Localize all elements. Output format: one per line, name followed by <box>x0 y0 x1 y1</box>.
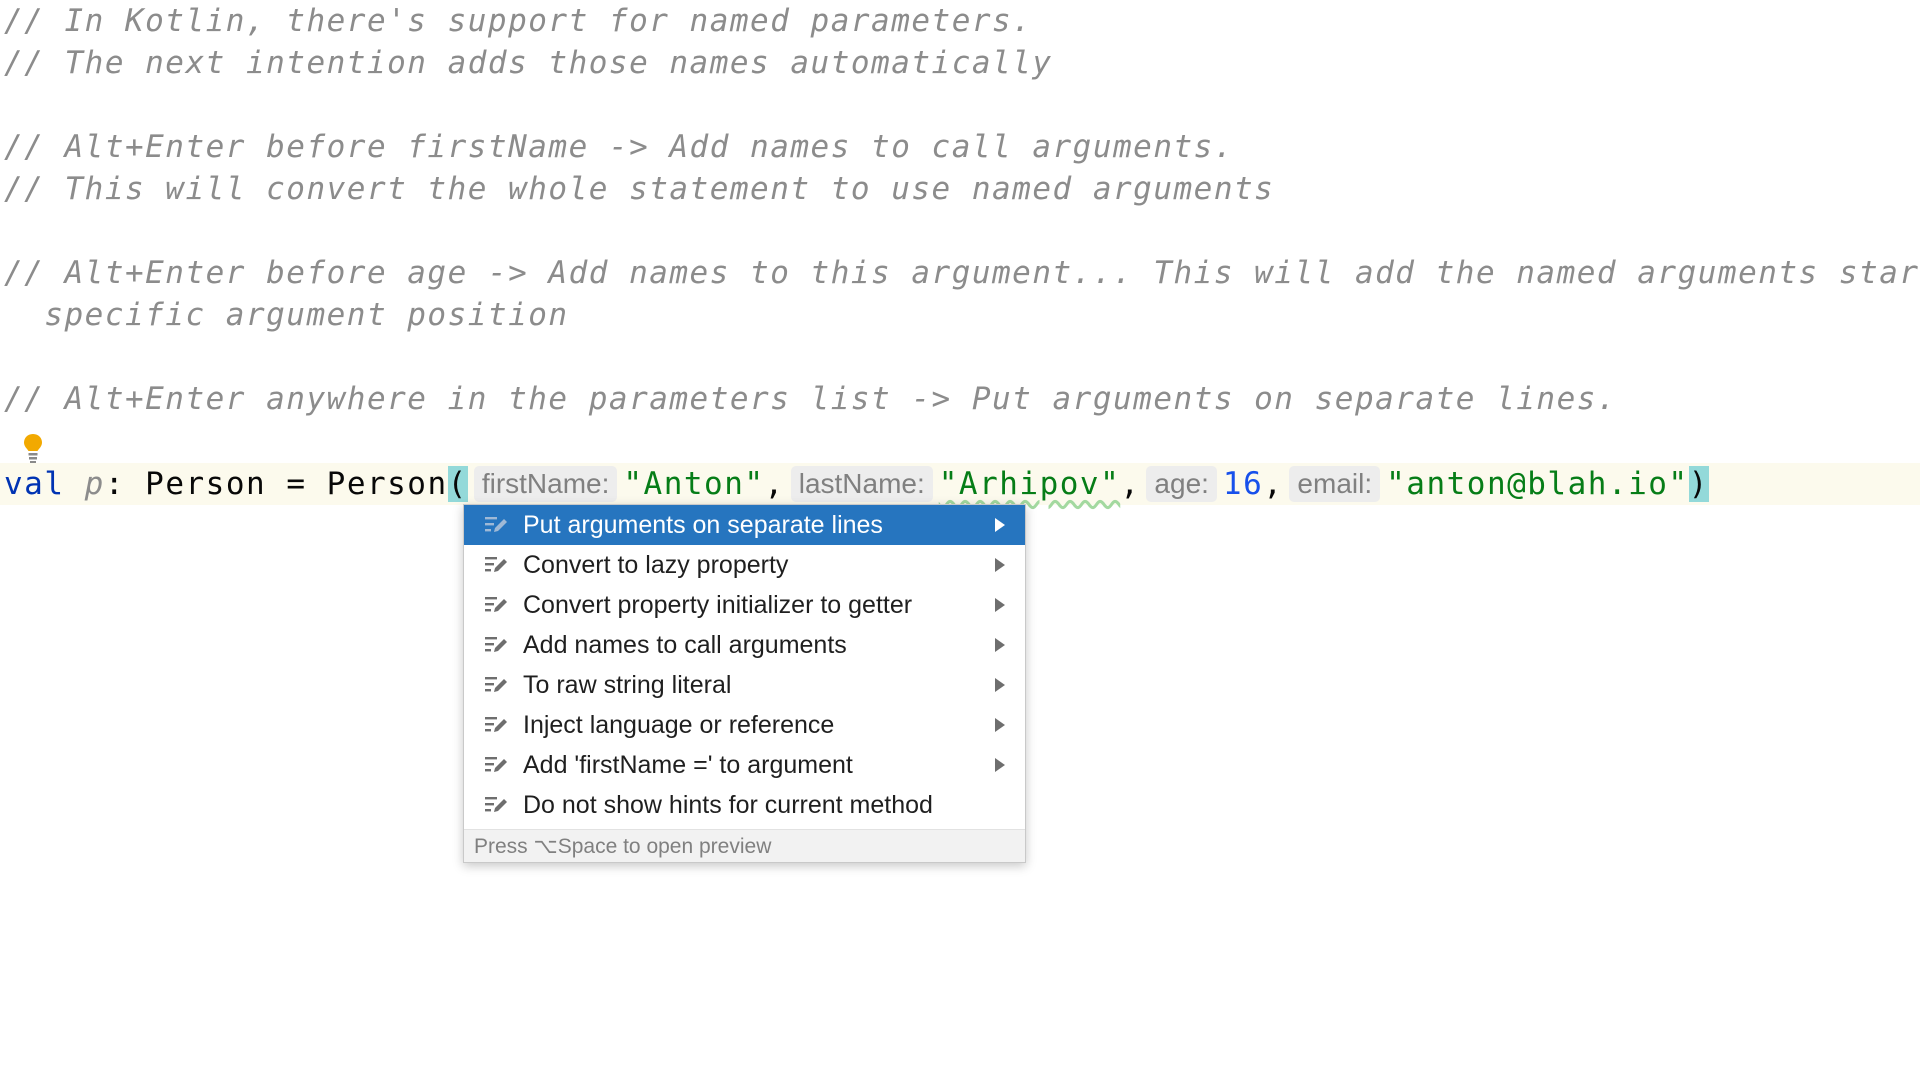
menu-item-label: Do not show hints for current method <box>523 790 933 819</box>
menu-item-label: Convert to lazy property <box>523 550 789 579</box>
arg-firstname-value: "Anton" <box>623 466 765 502</box>
comment-line: // In Kotlin, there's support for named … <box>4 3 1033 39</box>
close-paren-highlight: ) <box>1688 466 1709 502</box>
menu-item-convert-to-lazy-property[interactable]: Convert to lazy property <box>464 545 1025 585</box>
arg-age-value: 16 <box>1222 466 1264 502</box>
popup-footer-hint: Press ⌥Space to open preview <box>464 829 1025 862</box>
arg-comma: , <box>1120 466 1141 502</box>
comment-line: // Alt+Enter before firstName -> Add nam… <box>4 129 1234 165</box>
menu-item-put-arguments-on-separate-lines[interactable]: Put arguments on separate lines <box>464 505 1025 545</box>
menu-item-label: Add 'firstName =' to argument <box>523 750 853 779</box>
comment-line: // Alt+Enter anywhere in the parameters … <box>4 381 1618 417</box>
menu-item-inject-language-or-reference[interactable]: Inject language or reference <box>464 705 1025 745</box>
menu-item-label: Add names to call arguments <box>523 630 847 659</box>
variable-name: p <box>84 466 105 502</box>
menu-item-add-firstname-to-argument[interactable]: Add 'firstName =' to argument <box>464 745 1025 785</box>
submenu-arrow-icon <box>995 718 1005 732</box>
menu-item-label: Convert property initializer to getter <box>523 590 913 619</box>
submenu-arrow-icon <box>995 558 1005 572</box>
intention-icon <box>485 677 507 692</box>
type-colon: : <box>104 466 146 502</box>
menu-item-convert-property-initializer-to-getter[interactable]: Convert property initializer to getter <box>464 585 1025 625</box>
intention-icon <box>485 637 507 652</box>
intention-actions-popup[interactable]: Put arguments on separate lines Convert … <box>463 504 1026 863</box>
assign-operator: = <box>266 466 327 502</box>
arg-email-value: "anton@blah.io" <box>1386 466 1689 502</box>
intention-icon <box>485 517 507 532</box>
lightbulb-icon[interactable] <box>22 432 44 464</box>
submenu-arrow-icon <box>995 678 1005 692</box>
keyword-val: val <box>4 466 65 502</box>
comment-line: specific argument position <box>4 297 569 333</box>
intention-icon <box>485 557 507 572</box>
param-hint-firstname: firstName: <box>473 466 618 502</box>
menu-item-label: Inject language or reference <box>523 710 835 739</box>
submenu-arrow-icon <box>995 598 1005 612</box>
menu-item-do-not-show-hints[interactable]: Do not show hints for current method <box>464 785 1025 825</box>
submenu-arrow-icon <box>995 638 1005 652</box>
open-paren-highlight: ( <box>447 466 468 502</box>
arg-comma: , <box>1263 466 1284 502</box>
intention-icon <box>485 757 507 772</box>
comment-line: // Alt+Enter before age -> Add names to … <box>4 255 1920 291</box>
menu-item-to-raw-string-literal[interactable]: To raw string literal <box>464 665 1025 705</box>
param-hint-age: age: <box>1146 466 1217 502</box>
arg-lastname-value: "Arhipov" <box>938 466 1121 502</box>
code-line-current[interactable]: val p : Person = Person ( firstName: "An… <box>0 463 1920 505</box>
constructor-name: Person <box>326 466 448 502</box>
menu-item-label: Put arguments on separate lines <box>523 510 883 539</box>
param-hint-email: email: <box>1289 466 1381 502</box>
submenu-arrow-icon <box>995 758 1005 772</box>
intention-icon <box>485 717 507 732</box>
menu-item-label: To raw string literal <box>523 670 732 699</box>
comment-line: // The next intention adds those names a… <box>4 45 1053 81</box>
menu-item-add-names-to-call-arguments[interactable]: Add names to call arguments <box>464 625 1025 665</box>
submenu-arrow-icon <box>995 518 1005 532</box>
intention-icon <box>485 797 507 812</box>
code-editor[interactable]: // In Kotlin, there's support for named … <box>0 0 1920 1080</box>
arg-comma: , <box>764 466 785 502</box>
comment-line: // This will convert the whole statement… <box>4 171 1275 207</box>
intention-icon <box>485 597 507 612</box>
param-hint-lastname: lastName: <box>790 466 933 502</box>
type-name: Person <box>145 466 267 502</box>
